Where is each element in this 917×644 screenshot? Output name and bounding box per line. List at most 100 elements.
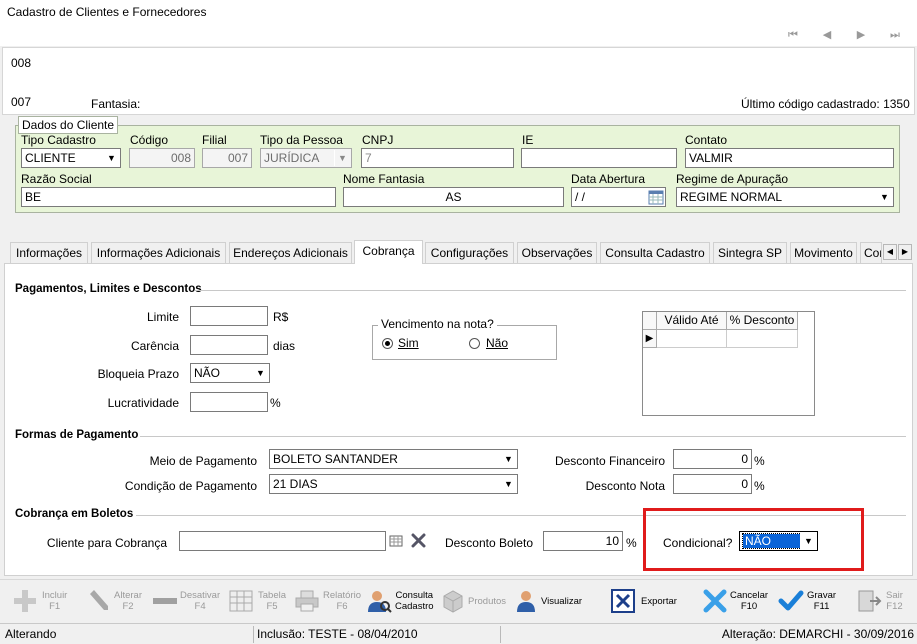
vencimento-nao-label[interactable]: Não [486,336,508,350]
last-record-icon[interactable]: ⏭ [884,27,906,43]
visualizar-label: Visualizar [541,596,583,607]
chevron-down-icon[interactable]: ▼ [252,365,268,381]
limite-label: Limite [146,310,179,324]
ie-field[interactable] [521,148,677,168]
grid-header-desconto[interactable]: % Desconto [727,312,798,330]
clear-x-icon[interactable] [411,532,427,548]
exportar-label: Exportar [641,596,677,607]
chevron-down-icon[interactable]: ▼ [103,150,119,166]
regime-label: Regime de Apuração [676,172,789,186]
user-search-icon [368,591,392,613]
chevron-down-icon[interactable]: ▼ [500,451,516,467]
dados-cliente-panel: Tipo Cadastro Código Filial Tipo da Pess… [15,125,900,213]
tab-movimento[interactable]: Movimento [790,242,857,264]
meio-pagamento-select[interactable]: BOLETO SANTANDER ▼ [269,449,518,469]
pagamentos-section-title: Pagamentos, Limites e Descontos [15,283,202,295]
contato-field[interactable]: VALMIR [685,148,894,168]
vencimento-sim-label[interactable]: Sim [398,336,419,350]
checkmark-icon [778,590,804,611]
tab-configuracoes[interactable]: Configurações [425,242,514,264]
razao-social-field[interactable]: BE [21,187,336,207]
sair-label: Sair [886,590,903,601]
vencimento-sim-radio[interactable] [382,338,393,349]
header-code-bottom: 007 [11,95,32,109]
grid-cell[interactable] [657,330,727,348]
fantasia-label: Fantasia: [91,97,141,111]
data-abertura-field[interactable]: / / [571,187,666,207]
tipo-cadastro-select[interactable]: CLIENTE ▼ [21,148,121,168]
cancelar-key: F10 [740,601,758,612]
bloqueia-prazo-select[interactable]: NÃO ▼ [190,363,270,383]
plus-icon [14,590,36,612]
tab-scroll-left-icon[interactable]: ◀ [883,244,897,260]
tab-informacoes[interactable]: Informações [10,242,88,264]
cnpj-field[interactable]: 7 [361,148,514,168]
lucratividade-unit: % [270,396,281,410]
chevron-down-icon: ▼ [334,150,350,166]
limite-field[interactable] [190,306,268,326]
vencimento-nao-radio[interactable] [469,338,480,349]
tab-consulta-cadastro[interactable]: Consulta Cadastro [600,242,710,264]
cancelar-button[interactable]: Cancelar F10 [702,580,772,624]
first-record-icon[interactable]: ⏮ [782,27,804,43]
codigo-field: 008 [129,148,195,168]
sair-button[interactable]: Sair F12 [856,580,914,624]
condicao-pagamento-select[interactable]: 21 DIAS ▼ [269,474,518,494]
tabela-button[interactable]: Tabela F5 [228,580,288,624]
alterar-button[interactable]: Alterar F2 [86,580,146,624]
tab-sintegra-sp[interactable]: Sintegra SP [713,242,787,264]
contato-label: Contato [685,133,728,147]
tab-cor[interactable]: Cor [860,242,882,264]
consulta-cadastro-button[interactable]: Consulta Cadastro [366,580,438,624]
gravar-button[interactable]: Gravar F11 [778,580,842,624]
tab-observacoes[interactable]: Observações [517,242,597,264]
exportar-button[interactable]: Exportar [610,580,680,624]
desconto-nota-field[interactable]: 0 [673,474,752,494]
tab-cobranca[interactable]: Cobrança [354,240,423,264]
carencia-field[interactable] [190,335,268,355]
previous-record-icon[interactable]: ◀ [816,27,838,43]
tabela-label: Tabela [258,590,286,601]
calendar-icon[interactable] [648,189,664,205]
razao-social-label: Razão Social [21,172,92,186]
tab-enderecos-adicionais[interactable]: Endereços Adicionais [229,242,352,264]
highlight-box [643,508,864,571]
cliente-cobranca-field[interactable] [179,531,386,551]
vencimento-label: Vencimento na nota? [378,317,497,331]
desconto-financeiro-label: Desconto Financeiro [554,454,665,468]
produtos-button[interactable]: Produtos [440,580,510,624]
chevron-down-icon[interactable]: ▼ [876,189,892,205]
desconto-boleto-label: Desconto Boleto [444,536,533,550]
next-record-icon[interactable]: ▶ [850,27,872,43]
title-bar: Cadastro de Clientes e Fornecedores [0,0,917,24]
relatorio-label: Relatório [323,590,362,601]
carencia-label: Carência [130,339,179,353]
desconto-grid[interactable]: Válido Até % Desconto ▶ [642,311,815,416]
lucratividade-field[interactable] [190,392,268,412]
lookup-icon[interactable] [389,534,403,548]
desconto-boleto-field[interactable]: 10 [543,531,623,551]
tab-bar: Informações Informações Adicionais Ender… [4,240,913,264]
visualizar-button[interactable]: Visualizar [514,580,586,624]
regime-select[interactable]: REGIME NORMAL ▼ [676,187,894,207]
tab-scroll-right-icon[interactable]: ▶ [898,244,912,260]
chevron-down-icon[interactable]: ▼ [500,476,516,492]
minus-icon [153,598,177,604]
limite-unit: R$ [273,310,289,324]
grid-header-valido-ate[interactable]: Válido Até [657,312,727,330]
tab-informacoes-adicionais[interactable]: Informações Adicionais [91,242,226,264]
nome-fantasia-label: Nome Fantasia [343,172,425,186]
nome-fantasia-field[interactable]: AS [343,187,564,207]
status-mode: Alterando [5,627,57,641]
incluir-button[interactable]: Incluir F1 [12,580,72,624]
relatorio-button[interactable]: Relatório F6 [294,580,364,624]
alterar-key: F2 [122,601,134,612]
row-indicator-icon: ▶ [643,330,657,348]
desconto-financeiro-field[interactable]: 0 [673,449,752,469]
header-panel: 008 007 Fantasia: Último código cadastra… [2,47,915,115]
gravar-key: F11 [813,601,830,612]
grid-cell[interactable] [727,330,798,348]
desativar-button[interactable]: Desativar F4 [152,580,222,624]
carencia-unit: dias [273,339,296,353]
data-abertura-value: / / [575,190,586,204]
